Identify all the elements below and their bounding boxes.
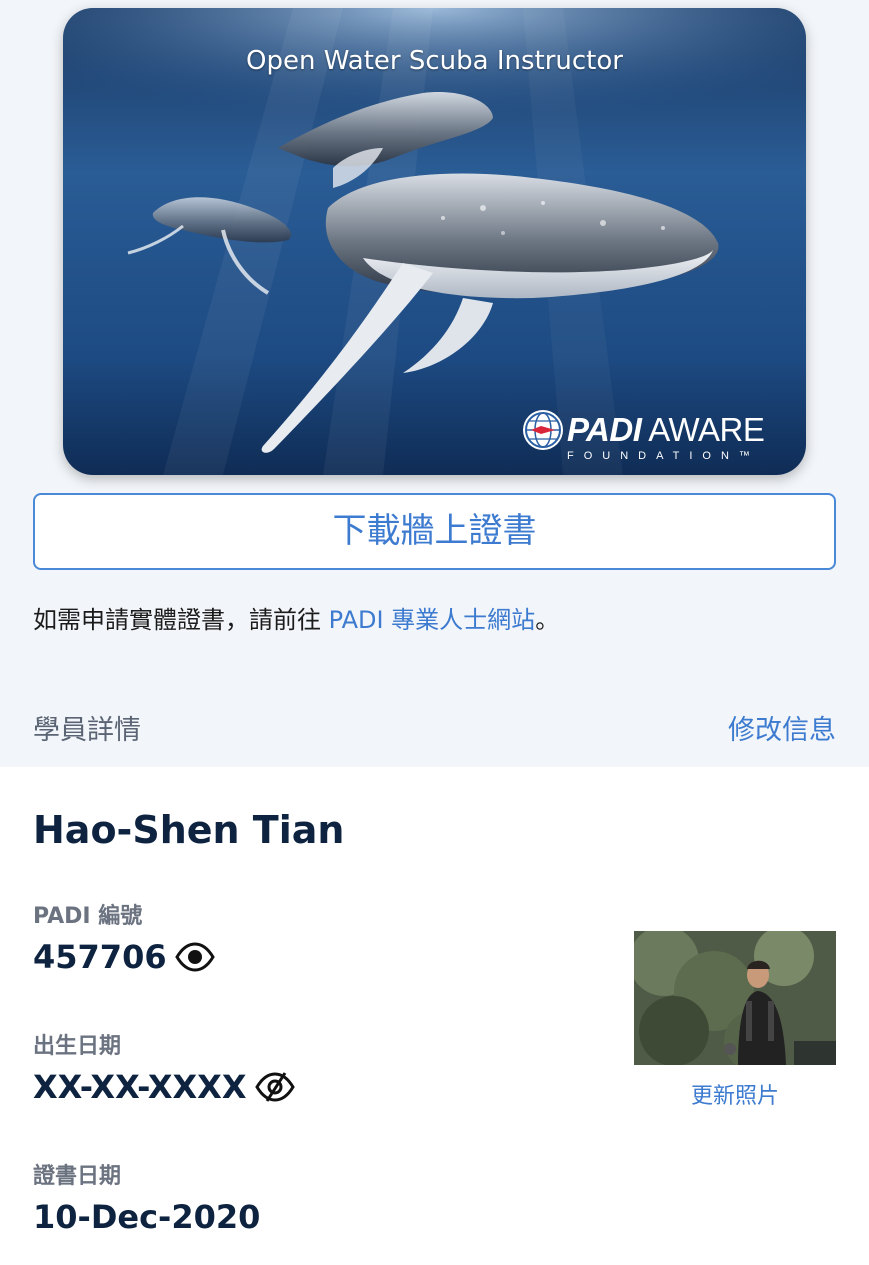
edit-info-link[interactable]: 修改信息 [728, 708, 836, 747]
whale-ocean-image [63, 8, 806, 475]
eye-icon[interactable] [174, 942, 215, 972]
logo-word: AWARE [648, 411, 765, 448]
padi-number-value: 457706 [33, 938, 167, 976]
dob-row: XX-XX-XXXX [33, 1068, 295, 1106]
student-photo [634, 931, 836, 1065]
cert-date-value: 10-Dec-2020 [33, 1198, 261, 1236]
eye-slash-icon[interactable] [254, 1072, 295, 1102]
globe-icon [523, 410, 563, 450]
student-name: Hao-Shen Tian [33, 808, 345, 852]
update-photo-link[interactable]: 更新照片 [634, 1078, 836, 1110]
logo-wordmark: PADI AWARE [567, 411, 765, 449]
note-prefix: 如需申請實體證書，請前往 [33, 606, 329, 634]
dob-value: XX-XX-XXXX [33, 1068, 247, 1106]
logo-brand: PADI [567, 411, 642, 448]
padi-pros-site-link[interactable]: PADI 專業人士網站 [329, 606, 536, 634]
note-suffix: 。 [535, 606, 560, 634]
logo-subtitle: FOUNDATION™ [567, 450, 760, 462]
download-wall-certificate-button[interactable]: 下載牆上證書 [33, 493, 836, 570]
padi-aware-logo: PADI AWARE FOUNDATION™ [521, 408, 781, 468]
student-details-heading: 學員詳情 [33, 715, 141, 746]
certification-card: Open Water Scuba Instructor PADI AWARE F… [63, 8, 806, 475]
cert-date-label: 證書日期 [33, 1164, 122, 1189]
certification-title: Open Water Scuba Instructor [246, 46, 623, 76]
padi-number-label: PADI 編號 [33, 904, 143, 929]
dob-label: 出生日期 [33, 1034, 122, 1059]
padi-number-row: 457706 [33, 938, 215, 976]
physical-certificate-note: 如需申請實體證書，請前往 PADI 專業人士網站。 [33, 600, 559, 635]
